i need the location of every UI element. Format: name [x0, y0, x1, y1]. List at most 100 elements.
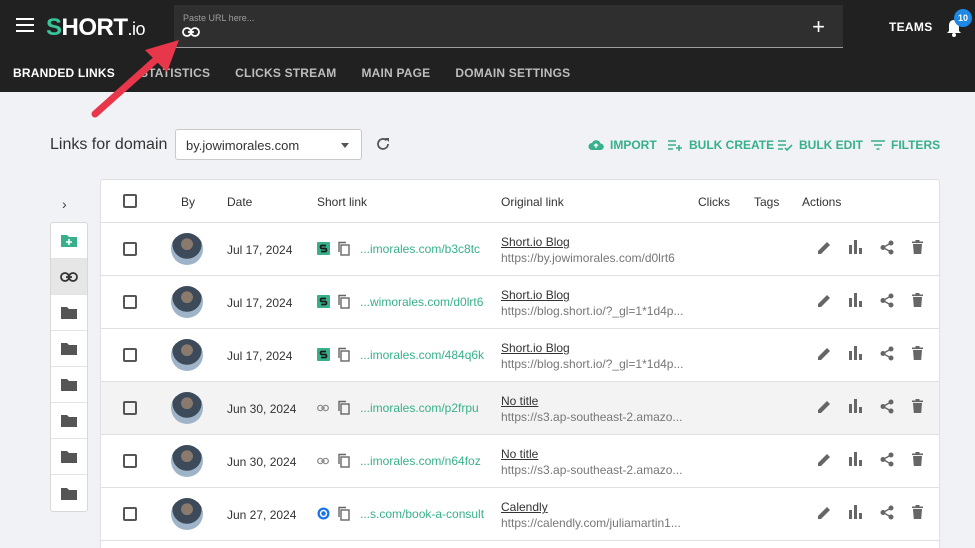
stats-button[interactable]: [840, 293, 871, 308]
menu-icon[interactable]: [16, 18, 34, 34]
copy-button[interactable]: [337, 241, 350, 259]
folder-sidebar: [50, 222, 88, 512]
original-title[interactable]: No title: [501, 447, 538, 461]
stats-button[interactable]: [840, 346, 871, 361]
source-icon: [317, 242, 330, 258]
tab-domain-settings[interactable]: DOMAIN SETTINGS: [455, 66, 570, 82]
row-date: Jun 30, 2024: [227, 455, 297, 469]
tab-main-page[interactable]: MAIN PAGE: [361, 66, 430, 82]
edit-button[interactable]: [809, 346, 840, 361]
share-button[interactable]: [871, 399, 902, 414]
table-row[interactable]: Jul 17, 2024 ...imorales.com/484q6k Short.…: [101, 329, 939, 382]
table-row[interactable]: Jul 17, 2024 ...wimorales.com/d0lrt6 Short…: [101, 276, 939, 329]
row-checkbox[interactable]: [123, 242, 137, 256]
teams-button[interactable]: TEAMS: [889, 20, 933, 34]
delete-button[interactable]: [902, 399, 933, 414]
refresh-icon[interactable]: [375, 136, 391, 152]
row-checkbox[interactable]: [123, 454, 137, 468]
folder-item[interactable]: [51, 295, 87, 331]
table-row[interactable]: Jun 27, 2024 ...s.com/book-a-consult Calen…: [101, 488, 939, 541]
original-title[interactable]: No title: [501, 394, 538, 408]
folder-item[interactable]: [51, 403, 87, 439]
bulk-create-button[interactable]: BULK CREATE: [668, 138, 774, 152]
filters-button[interactable]: FILTERS: [871, 138, 940, 152]
edit-icon: [818, 507, 830, 519]
delete-button[interactable]: [902, 293, 933, 308]
delete-button[interactable]: [902, 505, 933, 520]
original-title[interactable]: Short.io Blog: [501, 235, 570, 249]
tab-clicks-stream[interactable]: CLICKS STREAM: [235, 66, 336, 82]
original-title[interactable]: Short.io Blog: [501, 341, 570, 355]
header-date[interactable]: Date: [227, 195, 252, 209]
row-actions: [809, 240, 933, 255]
all-links-item[interactable]: [51, 259, 87, 295]
url-input[interactable]: Paste URL here... +: [174, 5, 843, 48]
header-tags: Tags: [754, 195, 780, 209]
row-checkbox[interactable]: [123, 507, 137, 521]
edit-button[interactable]: [809, 399, 840, 414]
folder-item[interactable]: [51, 475, 87, 511]
share-icon: [880, 346, 893, 361]
copy-button[interactable]: [337, 506, 350, 524]
share-button[interactable]: [871, 505, 902, 520]
copy-icon: [338, 241, 350, 256]
stats-button[interactable]: [840, 452, 871, 467]
copy-button[interactable]: [337, 400, 350, 418]
folder-item[interactable]: [51, 331, 87, 367]
short-link[interactable]: ...s.com/book-a-consult: [360, 507, 484, 521]
row-checkbox[interactable]: [123, 401, 137, 415]
domain-select[interactable]: by.jowimorales.com: [175, 129, 362, 160]
row-date: Jun 27, 2024: [227, 508, 297, 522]
select-all-checkbox[interactable]: [123, 194, 137, 208]
share-button[interactable]: [871, 452, 902, 467]
table-row[interactable]: Jun 30, 2024 ...imorales.com/n64foz No tit…: [101, 435, 939, 488]
share-icon: [880, 293, 893, 308]
share-button[interactable]: [871, 346, 902, 361]
short-link[interactable]: ...imorales.com/n64foz: [360, 454, 481, 468]
source-icon: [317, 295, 330, 311]
edit-button[interactable]: [809, 240, 840, 255]
add-link-button[interactable]: +: [812, 14, 825, 40]
stats-button[interactable]: [840, 240, 871, 255]
original-title[interactable]: Short.io Blog: [501, 288, 570, 302]
copy-button[interactable]: [337, 453, 350, 471]
edit-icon: [818, 242, 830, 254]
share-button[interactable]: [871, 240, 902, 255]
trash-icon: [912, 505, 923, 519]
stats-button[interactable]: [840, 399, 871, 414]
links-table: By Date Short link Original link Clicks …: [100, 179, 940, 548]
short-link[interactable]: ...imorales.com/b3c8tc: [360, 242, 480, 256]
new-folder-button[interactable]: [51, 223, 87, 259]
source-icon: [317, 348, 330, 364]
short-link[interactable]: ...wimorales.com/d0lrt6: [360, 295, 483, 309]
trash-icon: [912, 346, 923, 360]
table-row[interactable]: Jun 30, 2024 ...imorales.com/p2frpu No tit…: [101, 382, 939, 435]
share-button[interactable]: [871, 293, 902, 308]
edit-icon: [818, 401, 830, 413]
bulk-edit-button[interactable]: BULK EDIT: [778, 138, 863, 152]
folder-item[interactable]: [51, 367, 87, 403]
edit-button[interactable]: [809, 505, 840, 520]
copy-button[interactable]: [337, 294, 350, 312]
folder-add-icon: [61, 235, 77, 247]
edit-button[interactable]: [809, 452, 840, 467]
delete-button[interactable]: [902, 240, 933, 255]
stats-button[interactable]: [840, 505, 871, 520]
import-button[interactable]: IMPORT: [588, 138, 657, 152]
original-title[interactable]: Calendly: [501, 500, 548, 514]
row-checkbox[interactable]: [123, 348, 137, 362]
short-link[interactable]: ...imorales.com/484q6k: [360, 348, 484, 362]
edit-button[interactable]: [809, 293, 840, 308]
copy-button[interactable]: [337, 347, 350, 365]
folder-item[interactable]: [51, 439, 87, 475]
delete-button[interactable]: [902, 346, 933, 361]
table-row[interactable]: Jul 17, 2024 ...imorales.com/b3c8tc Short.…: [101, 223, 939, 276]
original-url: https://blog.short.io/?_gl=1*1d4p...: [501, 357, 684, 371]
header-clicks[interactable]: Clicks: [698, 195, 730, 209]
row-checkbox[interactable]: [123, 295, 137, 309]
bar-chart-icon: [849, 240, 862, 254]
short-link[interactable]: ...imorales.com/p2frpu: [360, 401, 479, 415]
delete-button[interactable]: [902, 452, 933, 467]
domain-label: Links for domain: [50, 136, 168, 153]
expand-chevron-icon[interactable]: ›: [62, 196, 67, 212]
